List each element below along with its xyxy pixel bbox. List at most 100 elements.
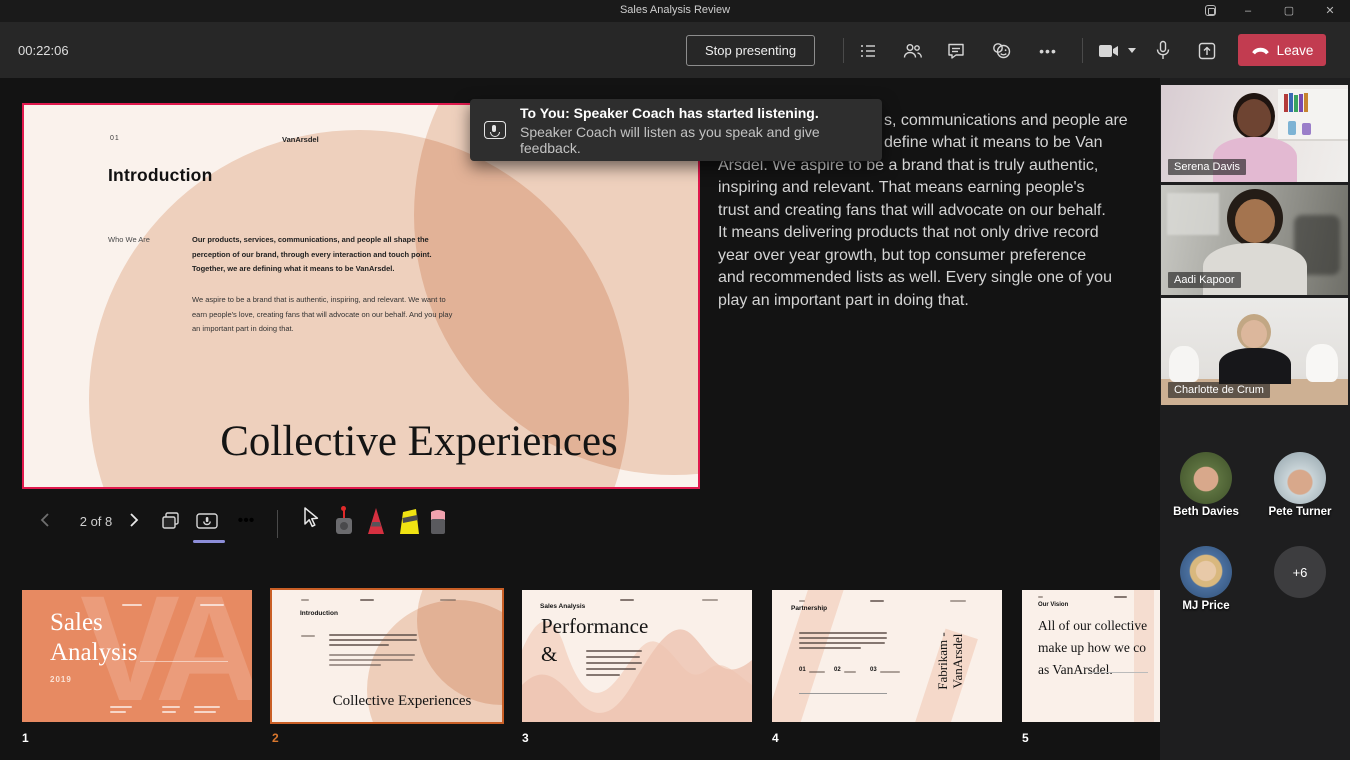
divider: [843, 38, 844, 63]
leave-label: Leave: [1277, 43, 1314, 58]
presenter-toolbar: 2 of 8 •••: [0, 504, 700, 544]
slide-thumbnail-4[interactable]: Partnership 01 02 03 Fabrikam - VanArsde…: [772, 590, 1002, 722]
slide-thumbnail-2-selected[interactable]: Introduction Collective Experiences: [272, 590, 502, 722]
thumb4-vertical-text: Fabrikam - VanArsdel: [935, 590, 965, 722]
participant-name-label: Serena Davis: [1168, 159, 1246, 175]
divider: [277, 510, 278, 538]
slide-number-5: 5: [1022, 731, 1029, 745]
slide-page-number: 01: [110, 135, 120, 142]
thumb4-heading: Partnership: [791, 605, 827, 612]
thumb4-step-2: 02: [834, 667, 841, 673]
avatar-name: Pete Turner: [1245, 506, 1350, 518]
slide-title: Collective Experiences: [139, 417, 699, 466]
speaker-coach-active-indicator: [193, 540, 225, 543]
meeting-notes-icon[interactable]: [855, 38, 881, 63]
notes-line: define what it means to be Van: [884, 134, 1103, 152]
divider: [1082, 38, 1083, 63]
private-view-icon[interactable]: [156, 508, 186, 534]
slide-thumbnail-1[interactable]: VA Sales Analysis 2019: [22, 590, 252, 722]
close-icon[interactable]: ✕: [1321, 3, 1339, 19]
next-slide-icon[interactable]: [124, 511, 142, 529]
leave-button[interactable]: Leave: [1238, 34, 1326, 66]
slide-filmstrip: VA Sales Analysis 2019 1 Introduction: [0, 585, 1160, 760]
more-options-icon[interactable]: •••: [1035, 38, 1061, 63]
slide-thumbnail-5[interactable]: Our Vision All of our collective make up…: [1022, 590, 1160, 722]
video-tile-aadi-kapoor[interactable]: Aadi Kapoor: [1161, 185, 1348, 295]
toast-title: To You: Speaker Coach has started listen…: [520, 105, 868, 121]
camera-icon[interactable]: [1092, 38, 1126, 63]
chair-decoration: [1169, 346, 1199, 382]
window-title: Sales Analysis Review: [0, 4, 1350, 16]
toast-subtitle: Speaker Coach will listen as you speak a…: [520, 124, 868, 156]
slide-number-3: 3: [522, 731, 529, 745]
thumb1-title: Sales Analysis: [50, 608, 138, 668]
thumb2-title: Collective Experiences: [302, 693, 502, 710]
thumb3-ampersand: &: [541, 642, 557, 667]
meeting-control-bar: 00:22:06 Stop presenting ••• Leave: [0, 22, 1350, 78]
chat-icon[interactable]: [943, 38, 969, 63]
reactions-icon[interactable]: [989, 38, 1015, 63]
previous-slide-icon[interactable]: [37, 511, 55, 529]
camera-options-chevron-icon[interactable]: [1124, 38, 1140, 63]
participant-name-label: Charlotte de Crum: [1168, 382, 1270, 398]
notes-line: year over year growth, but top consumer …: [718, 247, 1086, 265]
select-cursor-icon[interactable]: [300, 506, 324, 536]
slide-heading: Introduction: [108, 165, 212, 186]
thumb4-step-1: 01: [799, 667, 806, 673]
notes-line: play an important part in doing that.: [718, 292, 969, 310]
participant-name-label: Aadi Kapoor: [1168, 272, 1241, 288]
slide-brand-logo: VanArsdel: [282, 135, 319, 144]
participants-panel: Serena Davis Aadi Kapoor Charlotte de Cr…: [1160, 78, 1350, 760]
video-tile-serena-davis[interactable]: Serena Davis: [1161, 85, 1348, 182]
window-decoration: [1167, 193, 1219, 235]
thumb3-title: Performance: [541, 614, 648, 639]
slide-body-bold: Our products, services, communications, …: [192, 233, 460, 277]
overflow-participants-badge[interactable]: +6: [1274, 546, 1326, 598]
pen-icon[interactable]: [364, 506, 388, 536]
thumb4-step-3: 03: [870, 667, 877, 673]
video-tile-charlotte-de-crum[interactable]: Charlotte de Crum: [1161, 298, 1348, 405]
thumb5-line: as VanArsdel.: [1038, 662, 1113, 678]
avatar-mj-price[interactable]: [1180, 546, 1232, 598]
notes-line: inspiring and relevant. That means earni…: [718, 179, 1085, 197]
speaker-coach-icon: [484, 121, 506, 139]
slide-position-indicator: 2 of 8: [64, 514, 128, 529]
notes-line: s, communications and people are: [884, 112, 1128, 130]
popout-icon[interactable]: [1201, 3, 1219, 19]
hang-up-icon: [1251, 45, 1270, 55]
notes-line: trust and creating fans that will advoca…: [718, 202, 1106, 220]
thumb2-heading: Introduction: [300, 610, 338, 617]
maximize-icon[interactable]: ▢: [1280, 3, 1298, 19]
thumb1-year: 2019: [50, 675, 72, 684]
eraser-icon[interactable]: [428, 506, 452, 536]
avatar-name: MJ Price: [1151, 600, 1261, 612]
speaker-coach-toggle-icon[interactable]: [192, 508, 222, 534]
participants-icon[interactable]: [899, 38, 925, 63]
slide-thumbnail-3[interactable]: Sales Analysis Performance &: [522, 590, 752, 722]
thumb5-heading: Our Vision: [1038, 602, 1068, 608]
microphone-icon[interactable]: [1150, 38, 1176, 63]
slide-side-label: Who We Are: [108, 235, 150, 244]
slide-number-4: 4: [772, 731, 779, 745]
minimize-icon[interactable]: –: [1239, 3, 1257, 19]
thumb3-header: Sales Analysis: [540, 603, 585, 610]
thumb5-line: make up how we co: [1038, 640, 1146, 656]
avatar-pete-turner[interactable]: [1274, 452, 1326, 504]
notes-line: It means delivering products that not on…: [718, 224, 1099, 242]
teams-meeting-window: Sales Analysis Review – ▢ ✕ 00:22:06 Sto…: [0, 0, 1350, 760]
thumb5-line: All of our collective: [1038, 618, 1147, 634]
slide-number-1: 1: [22, 731, 29, 745]
meeting-timer: 00:22:06: [18, 43, 69, 58]
share-screen-icon[interactable]: [1194, 38, 1220, 63]
notes-line: and recommended lists as well. Every sin…: [718, 269, 1112, 287]
slide-body-regular: We aspire to be a brand that is authenti…: [192, 293, 460, 337]
laser-pointer-icon[interactable]: [332, 506, 356, 536]
slide-number-2: 2: [272, 731, 279, 745]
speaker-coach-toast[interactable]: To You: Speaker Coach has started listen…: [470, 99, 882, 161]
toolbar-more-icon[interactable]: •••: [231, 508, 261, 534]
avatar-beth-davies[interactable]: [1180, 452, 1232, 504]
highlighter-icon[interactable]: [396, 506, 420, 536]
stop-presenting-button[interactable]: Stop presenting: [686, 35, 815, 66]
chair-decoration: [1306, 344, 1338, 382]
bookshelf-decoration: [1278, 89, 1348, 141]
